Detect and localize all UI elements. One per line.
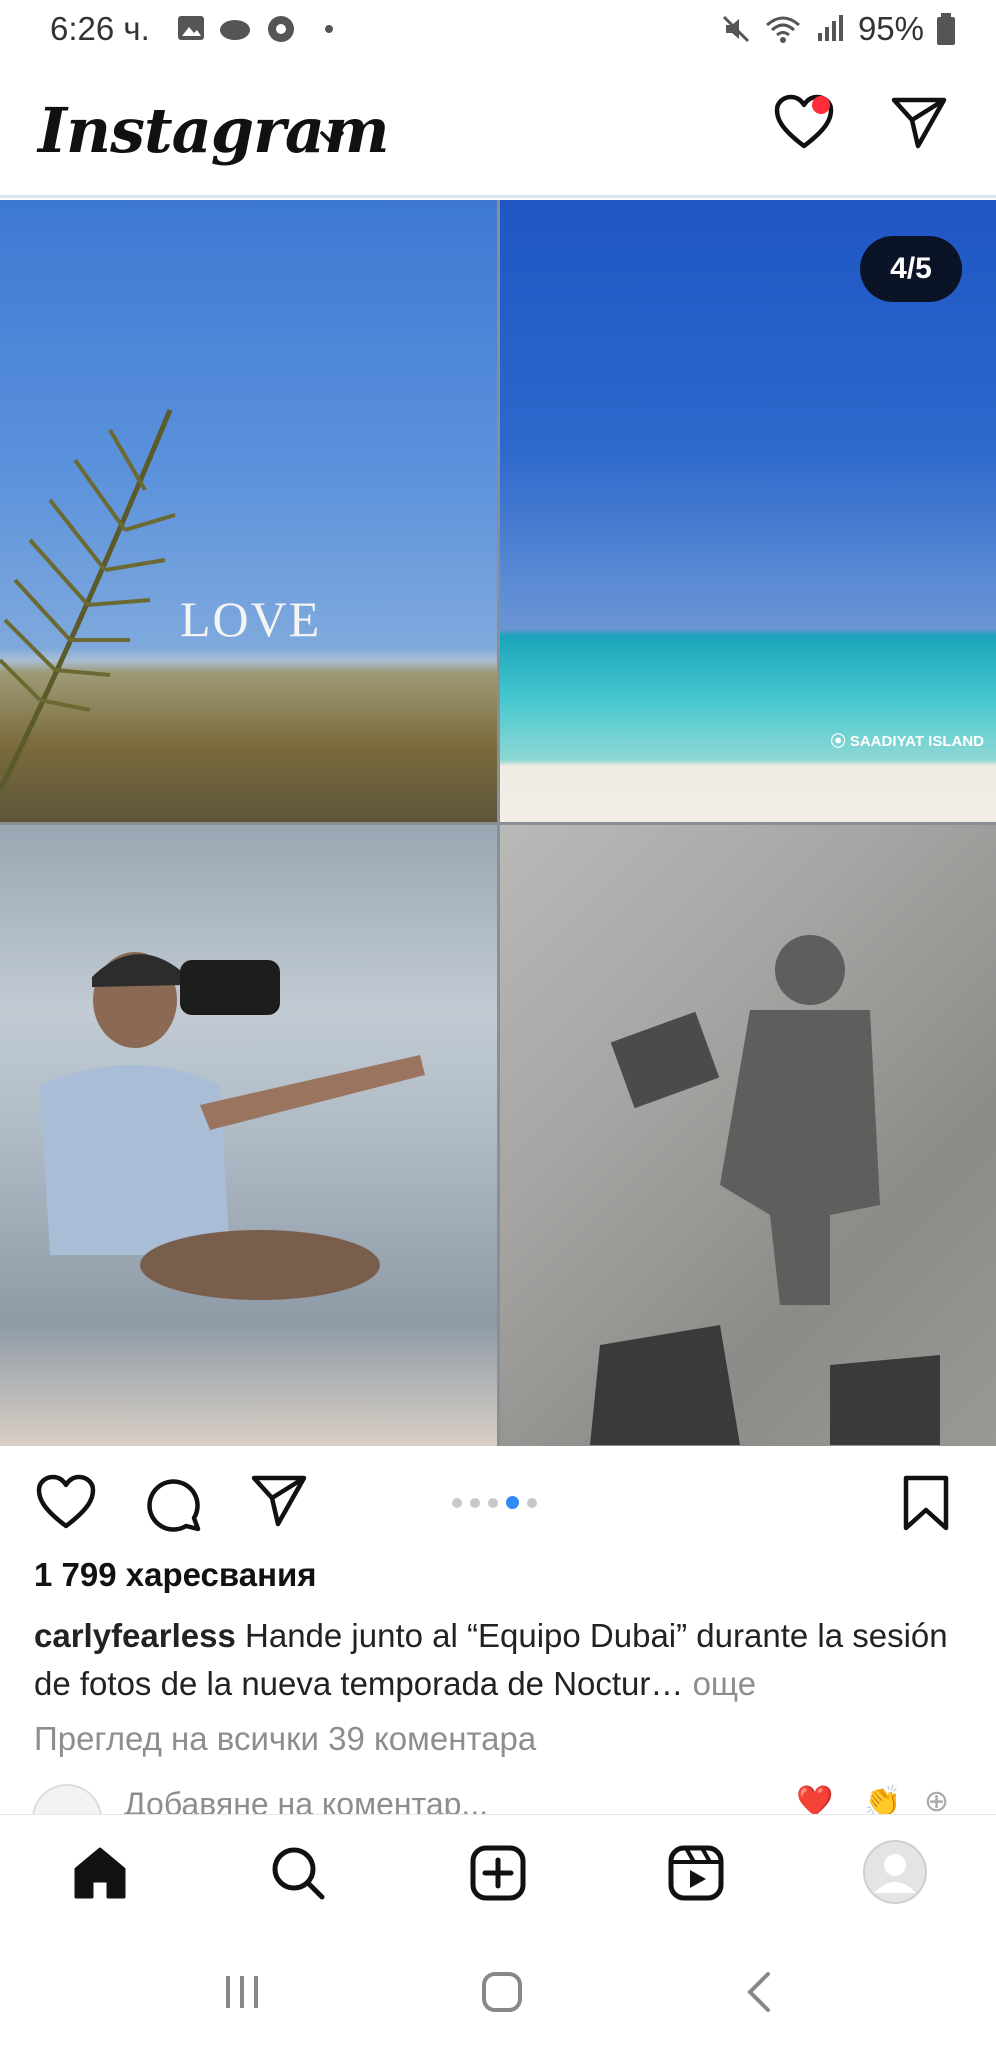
photographer-figure-image	[40, 952, 425, 1300]
status-time: 6:26 ч.	[50, 10, 150, 47]
caption-more-link[interactable]: още	[693, 1665, 757, 1702]
collage-tile-photographer	[0, 825, 497, 1446]
notification-dot	[812, 96, 830, 114]
system-navigation-bar	[0, 1930, 996, 2048]
carousel-dot-active	[506, 1496, 519, 1509]
caption-username[interactable]: carlyfearless	[34, 1617, 236, 1654]
carousel-counter-badge: 4/5	[860, 236, 962, 302]
chrome-icon	[268, 16, 294, 42]
collage-tile-shadow	[500, 825, 996, 1446]
home-button-icon[interactable]	[480, 1970, 524, 2014]
palm-frond-image	[0, 409, 176, 792]
location-tag: ⦿ SAADIYAT ISLAND	[831, 730, 984, 751]
battery-icon	[937, 13, 955, 45]
back-icon[interactable]	[744, 1970, 774, 2014]
share-plane-icon[interactable]	[250, 1474, 308, 1528]
clap-emoji-icon[interactable]: 👏	[864, 1784, 901, 1814]
bookmark-icon[interactable]	[900, 1474, 952, 1532]
avatar-icon[interactable]	[862, 1839, 928, 1905]
wifi-icon	[765, 16, 800, 43]
carousel-dot	[452, 1497, 462, 1508]
like-heart-icon[interactable]	[36, 1474, 96, 1530]
mute-icon	[722, 15, 749, 43]
reels-icon[interactable]	[668, 1845, 724, 1901]
post-caption: carlyfearless Hande junto al “Equipo Dub…	[34, 1612, 964, 1708]
shadow-figure-image	[590, 935, 940, 1445]
app-header: Instagram	[0, 70, 996, 190]
status-right: 95%	[720, 10, 956, 48]
image-overlay-text: LOVE	[180, 591, 322, 647]
more-dot-icon	[325, 25, 333, 33]
location-pin-icon: ⦿	[830, 733, 850, 750]
gallery-icon	[178, 16, 204, 40]
status-bar: 6:26 ч. 95%	[0, 0, 996, 60]
carousel-dot	[470, 1497, 480, 1508]
post-actions	[0, 1470, 996, 1540]
add-comment-row[interactable]: Добавяне на коментар... ❤️ 👏 ⊕	[0, 1784, 996, 1814]
battery-percent: 95%	[857, 10, 924, 47]
carousel-dot	[527, 1497, 537, 1508]
likes-count[interactable]: 1 799 харесвания	[34, 1556, 317, 1594]
carousel-dots	[452, 1496, 537, 1509]
paper-plane-icon[interactable]	[890, 96, 948, 150]
post-image-carousel[interactable]: LOVE 4/5 ⦿ SAADIYAT ISLAND	[0, 200, 996, 1446]
commenter-avatar	[32, 1784, 102, 1814]
location-tag-text: SAADIYAT ISLAND	[849, 733, 984, 750]
collage-tile-sea: 4/5 ⦿ SAADIYAT ISLAND	[500, 200, 996, 822]
plus-square-icon[interactable]	[470, 1845, 526, 1901]
red-heart-emoji-icon[interactable]: ❤️	[796, 1784, 833, 1814]
carousel-dot	[488, 1497, 498, 1508]
cloud-icon	[220, 20, 250, 40]
header-divider	[0, 195, 996, 198]
signal-icon	[817, 15, 843, 41]
chevron-down-icon[interactable]	[318, 128, 346, 148]
add-emoji-icon[interactable]: ⊕	[924, 1784, 949, 1814]
comment-icon[interactable]	[144, 1474, 202, 1532]
recent-apps-icon[interactable]	[222, 1972, 262, 2012]
add-comment-input[interactable]: Добавяне на коментар...	[124, 1786, 488, 1814]
bottom-navigation	[0, 1814, 996, 1931]
collage-tile-palm-beach: LOVE	[0, 200, 497, 822]
search-icon[interactable]	[270, 1845, 326, 1901]
home-icon[interactable]	[72, 1845, 128, 1901]
view-all-comments-link[interactable]: Преглед на всички 39 коментара	[34, 1720, 536, 1758]
